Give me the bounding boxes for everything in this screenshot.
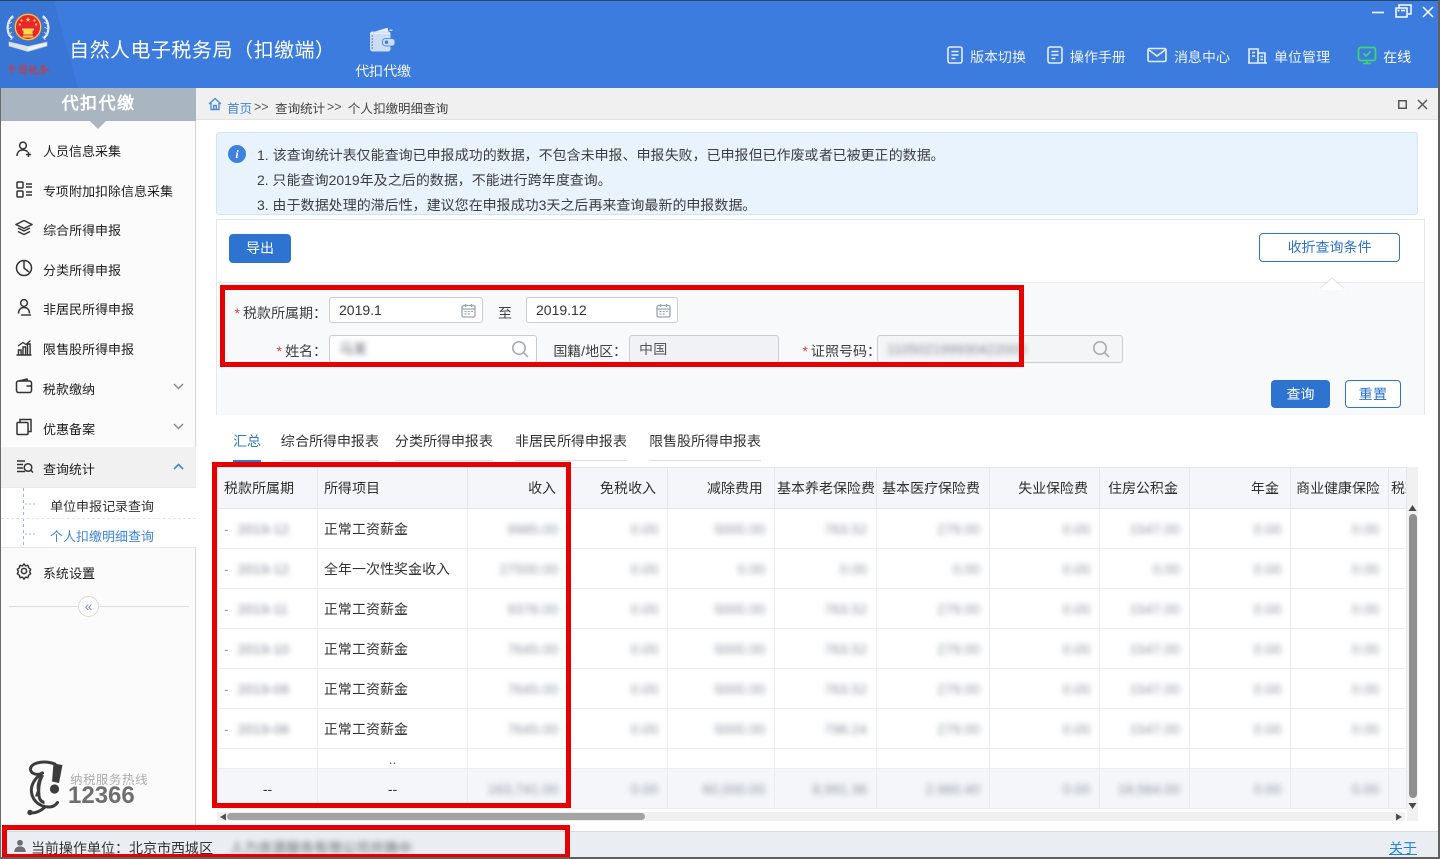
svg-text:中国税务: 中国税务 xyxy=(6,64,50,76)
